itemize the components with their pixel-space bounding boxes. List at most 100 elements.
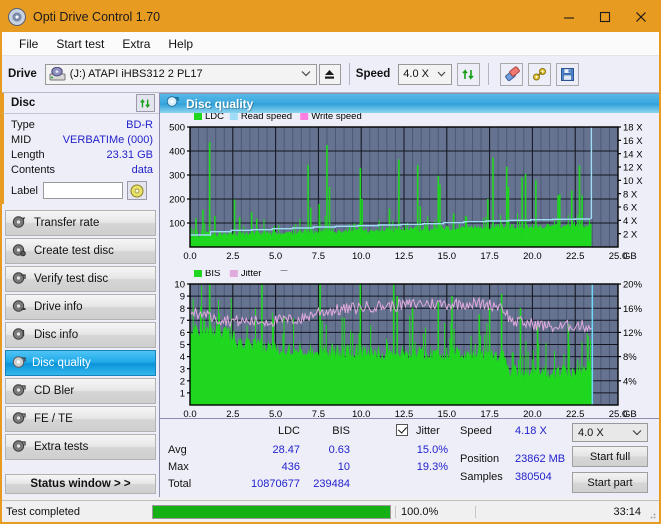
- sidebar-label: CD Bler: [34, 385, 75, 397]
- svg-text:GB: GB: [623, 251, 637, 262]
- disc-icon: [12, 439, 26, 456]
- app-window: Opti Drive Control 1.70 File Start test …: [0, 0, 661, 524]
- label-field-label: Label: [11, 184, 38, 197]
- disc-value-contents: data: [131, 164, 153, 176]
- jitter-checkbox[interactable]: [396, 424, 408, 436]
- svg-text:3: 3: [180, 364, 185, 375]
- sidebar-label: Disc quality: [32, 357, 91, 369]
- disc-icon: [12, 215, 26, 232]
- svg-text:14 X: 14 X: [623, 149, 643, 160]
- disc-refresh-button[interactable]: [136, 94, 155, 112]
- sidebar-item-verify-test-disc[interactable]: Verify test disc: [5, 266, 156, 292]
- title-bar: Opti Drive Control 1.70: [2, 2, 659, 32]
- drive-icon: [49, 66, 66, 81]
- sidebar-label: FE / TE: [34, 413, 73, 425]
- maximize-button[interactable]: [587, 2, 623, 32]
- svg-text:20.0: 20.0: [523, 251, 542, 262]
- disc-icon: [12, 327, 26, 344]
- svg-text:12%: 12%: [623, 328, 643, 339]
- svg-text:10 X: 10 X: [623, 176, 643, 187]
- svg-text:22.5: 22.5: [566, 251, 585, 262]
- main-body: Disc Type BD-R MID VERBATIMe (000) Lengt…: [2, 93, 659, 497]
- app-disc-icon: [8, 8, 26, 26]
- stats-avg-bis: 0.63: [328, 444, 350, 456]
- menu-help[interactable]: Help: [159, 35, 202, 53]
- sidebar-item-transfer-rate[interactable]: Transfer rate: [5, 210, 156, 236]
- sidebar-label: Transfer rate: [34, 217, 100, 229]
- chevron-down-icon: [632, 427, 642, 439]
- panel-header: Disc quality: [160, 94, 659, 113]
- label-input[interactable]: [42, 182, 123, 199]
- menu-file[interactable]: File: [10, 35, 47, 53]
- sidebar-label: Create test disc: [34, 245, 114, 257]
- speed-select[interactable]: 4.0 X: [398, 63, 453, 85]
- svg-text:5.0: 5.0: [269, 251, 282, 262]
- menu-start-test[interactable]: Start test: [47, 35, 113, 53]
- disc-icon: [12, 411, 26, 428]
- jitter-label: Jitter: [416, 425, 440, 437]
- chevron-down-icon: [301, 68, 311, 80]
- charts-area: 100 200 300 400 500 2 X 4 X 6 X 8 X 10 X 12 X 14 X 1…: [160, 111, 659, 428]
- disc-row-contents: Contents data: [11, 163, 153, 178]
- tools-button[interactable]: [528, 62, 552, 86]
- svg-text:9: 9: [180, 292, 185, 303]
- stats-avg-jitter: 15.0%: [416, 444, 448, 456]
- window-title: Opti Drive Control 1.70: [33, 10, 161, 24]
- resize-grip[interactable]: [646, 509, 656, 519]
- svg-text:Jitter: Jitter: [241, 270, 262, 279]
- disc-label-contents: Contents: [11, 164, 56, 176]
- save-button[interactable]: [556, 62, 580, 86]
- close-button[interactable]: [623, 2, 659, 32]
- erase-button[interactable]: [500, 62, 524, 86]
- elapsed-time: 33:14: [475, 505, 659, 518]
- sidebar-item-extra-tests[interactable]: Extra tests: [5, 434, 156, 460]
- svg-text:20%: 20%: [623, 280, 643, 291]
- toolbar: Drive (J:) ATAPI iHBS312 2 PL17 Speed 4.…: [2, 56, 659, 93]
- svg-text:16%: 16%: [623, 304, 643, 315]
- eject-button[interactable]: [318, 63, 341, 85]
- svg-text:100: 100: [169, 219, 185, 230]
- sidebar-item-fe-te[interactable]: FE / TE: [5, 406, 156, 432]
- stats-total-ldc: 10870677: [251, 478, 300, 490]
- stats-speed-label: Speed: [460, 425, 492, 437]
- drive-select[interactable]: (J:) ATAPI iHBS312 2 PL17: [44, 63, 317, 85]
- test-speed-select[interactable]: 4.0 X: [572, 423, 648, 442]
- nav-list: Transfer rate Create test disc Verify te…: [2, 210, 159, 468]
- start-full-button[interactable]: Start full: [572, 446, 648, 467]
- sidebar-label: Verify test disc: [34, 273, 109, 285]
- chevron-down-icon: [437, 68, 446, 80]
- sidebar-item-cd-bler[interactable]: CD Bler: [5, 378, 156, 404]
- sidebar-item-disc-quality[interactable]: Disc quality: [5, 350, 156, 376]
- minimize-button[interactable]: [551, 2, 587, 32]
- stats-panel: LDC BIS Jitter Avg 28.47 0.63 15.0% Max …: [160, 418, 659, 497]
- disc-panel-header: Disc: [2, 93, 159, 114]
- svg-text:2: 2: [180, 376, 185, 387]
- disc-info: Type BD-R MID VERBATIMe (000) Length 23.…: [2, 114, 159, 204]
- svg-text:BIS: BIS: [205, 270, 220, 279]
- disc-value-length: 23.31 GB: [106, 149, 153, 161]
- sidebar-item-create-test-disc[interactable]: Create test disc: [5, 238, 156, 264]
- svg-text:300: 300: [169, 171, 185, 182]
- svg-text:4 X: 4 X: [623, 216, 638, 227]
- svg-text:10: 10: [174, 280, 185, 291]
- svg-text:6 X: 6 X: [623, 203, 638, 214]
- stats-row-avg: Avg: [168, 444, 187, 456]
- refresh-button[interactable]: [457, 62, 481, 86]
- disc-icon: [12, 355, 26, 372]
- disc-label-row: Label: [11, 181, 153, 200]
- stats-speed-value: 4.18 X: [515, 425, 547, 437]
- sidebar-item-disc-info[interactable]: Disc info: [5, 322, 156, 348]
- menu-bar: File Start test Extra Help: [2, 32, 659, 56]
- start-part-button[interactable]: Start part: [572, 472, 648, 493]
- status-window-button[interactable]: Status window > >: [5, 474, 156, 494]
- menu-extra[interactable]: Extra: [113, 35, 159, 53]
- disc-value-type: BD-R: [126, 119, 153, 131]
- stats-total-bis: 239484: [313, 478, 350, 490]
- sidebar-item-drive-info[interactable]: Drive info: [5, 294, 156, 320]
- disc-label-mid: MID: [11, 134, 32, 146]
- svg-text:200: 200: [169, 195, 185, 206]
- disc-row-length: Length 23.31 GB: [11, 148, 153, 163]
- svg-text:8: 8: [180, 304, 185, 315]
- stats-position-label: Position: [460, 453, 500, 465]
- disc-label-button[interactable]: [126, 181, 147, 200]
